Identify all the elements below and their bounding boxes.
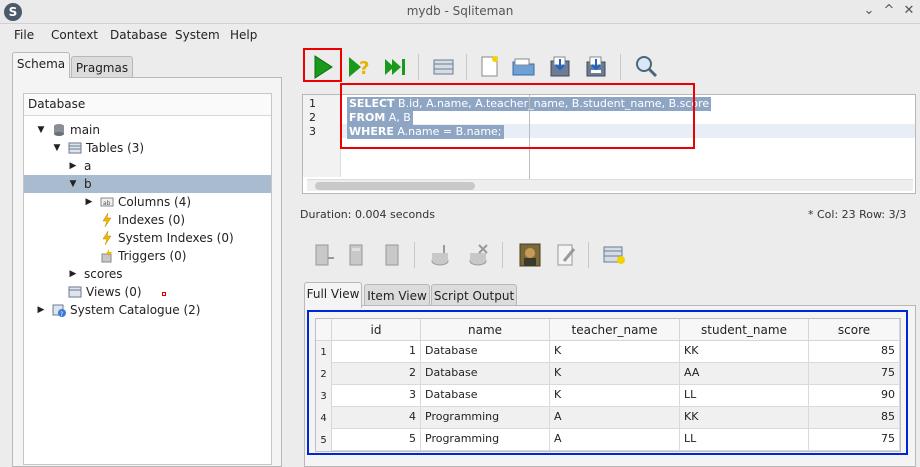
line-number: 1: [309, 97, 316, 110]
close-button[interactable]: ✕: [902, 3, 916, 18]
blob-preview-icon[interactable]: [516, 241, 544, 269]
menu-context[interactable]: Context: [51, 28, 98, 42]
tab-script-output[interactable]: Script Output: [431, 284, 517, 306]
cursor-position-status: * Col: 23 Row: 3/3: [808, 208, 907, 221]
tree-node[interactable]: ▶ a: [24, 157, 271, 175]
editor-horizontal-scrollbar[interactable]: [307, 179, 913, 191]
query-highlight-box: [340, 83, 695, 149]
search-icon[interactable]: [632, 53, 660, 81]
data-toolbar: [296, 238, 920, 272]
tree-node-label: main: [70, 123, 100, 137]
tree-node[interactable]: ▼ Tables (3): [24, 139, 271, 157]
tree-node[interactable]: ▶ ab Columns (4): [24, 193, 271, 211]
tree-node-label: Views (0): [86, 285, 142, 299]
tree-node-label: b: [84, 177, 92, 191]
tree-node-label: System Catalogue (2): [70, 303, 201, 317]
collapse-arrow-icon[interactable]: ▼: [36, 121, 46, 139]
tree-header: Database: [24, 94, 271, 116]
tree-node[interactable]: Views (0): [24, 283, 271, 301]
svg-text:?: ?: [60, 311, 63, 317]
schema-tab-content: Database ▼ main ▼ Tables (3) ▶ a ▼ b ▶ ab Columns …: [12, 77, 282, 467]
schema-panel: Schema Pragmas Database ▼ main ▼ Tables (3)…: [10, 52, 282, 467]
run-button-highlight-box: [303, 48, 342, 82]
insert-row-icon[interactable]: [310, 241, 338, 269]
lightning-icon: [100, 230, 114, 246]
menu-help[interactable]: Help: [230, 28, 257, 42]
scrollbar-thumb[interactable]: [315, 182, 475, 190]
toolbar-separator: [620, 54, 621, 80]
save-as-icon[interactable]: [582, 53, 610, 81]
delete-row-icon[interactable]: [378, 241, 406, 269]
tree-node[interactable]: Indexes (0): [24, 211, 271, 229]
collapse-arrow-icon[interactable]: ▼: [52, 139, 62, 157]
columns-icon: ab: [100, 195, 114, 209]
tab-schema[interactable]: Schema: [12, 52, 70, 78]
sql-toolbar: ?: [296, 48, 920, 86]
table-icon: [68, 141, 82, 155]
trigger-icon: [100, 249, 114, 263]
toolbar-separator: [588, 242, 589, 268]
window-title: mydb - Sqliteman: [406, 4, 514, 18]
tree-node-label: Tables (3): [86, 141, 145, 155]
expand-arrow-icon[interactable]: ▶: [68, 265, 78, 283]
duplicate-row-icon[interactable]: [344, 241, 372, 269]
menu-database[interactable]: Database: [110, 28, 167, 42]
schema-tree[interactable]: Database ▼ main ▼ Tables (3) ▶ a ▼ b ▶ ab Columns …: [23, 93, 272, 465]
menu-file[interactable]: File: [14, 28, 34, 42]
duration-status: Duration: 0.004 seconds: [300, 208, 435, 221]
rollback-icon[interactable]: [464, 241, 492, 269]
new-file-icon[interactable]: [476, 53, 504, 81]
menu-system[interactable]: System: [175, 28, 220, 42]
tree-node[interactable]: ▶? System Catalogue (2): [24, 301, 271, 319]
result-highlight-box: [307, 310, 908, 455]
views-icon: [68, 285, 82, 299]
edit-script-icon[interactable]: [552, 241, 580, 269]
svg-text:?: ?: [359, 58, 369, 79]
database-icon: [52, 123, 66, 137]
tab-pragmas[interactable]: Pragmas: [71, 56, 133, 78]
new-table-icon[interactable]: [600, 241, 628, 269]
save-file-icon[interactable]: [546, 53, 574, 81]
tab-item-view[interactable]: Item View: [364, 284, 430, 306]
line-number: 2: [309, 111, 316, 124]
tree-node-label: Columns (4): [118, 195, 192, 209]
toolbar-separator: [414, 242, 415, 268]
minimize-button[interactable]: ⌄: [862, 3, 876, 18]
collapse-arrow-icon[interactable]: ▼: [68, 175, 78, 193]
tree-node[interactable]: ▼ b: [24, 175, 271, 193]
catalogue-icon: ?: [52, 303, 66, 318]
tree-node-label: Indexes (0): [118, 213, 186, 227]
tree-node[interactable]: System Indexes (0): [24, 229, 271, 247]
stray-marker: [162, 292, 166, 296]
menu-bar: File Context Database System Help: [0, 24, 920, 46]
maximize-button[interactable]: ^: [882, 3, 896, 18]
tree-node-label: scores: [84, 267, 123, 281]
lightning-icon: [100, 212, 114, 228]
expand-arrow-icon[interactable]: ▶: [36, 301, 46, 319]
explain-query-icon[interactable]: ?: [346, 53, 374, 81]
line-number-gutter: 1 2 3: [303, 95, 341, 177]
tab-full-view[interactable]: Full View: [304, 282, 362, 308]
toolbar-separator: [502, 242, 503, 268]
toolbar-separator: [466, 54, 467, 80]
tree-node[interactable]: ▼ main: [24, 121, 271, 139]
tree-node[interactable]: ▶ scores: [24, 265, 271, 283]
commit-icon[interactable]: [426, 241, 454, 269]
line-number: 3: [309, 125, 316, 138]
toolbar-separator: [418, 54, 419, 80]
title-bar: S mydb - Sqliteman ⌄ ^ ✕: [0, 0, 920, 24]
tree-node-label: System Indexes (0): [118, 231, 234, 245]
tree-node[interactable]: Triggers (0): [24, 247, 271, 265]
expand-arrow-icon[interactable]: ▶: [68, 157, 78, 175]
svg-text:ab: ab: [103, 200, 111, 207]
run-script-icon[interactable]: [382, 53, 410, 81]
open-file-icon[interactable]: [510, 53, 538, 81]
expand-arrow-icon[interactable]: ▶: [84, 193, 94, 211]
tree-node-label: Triggers (0): [118, 249, 187, 263]
tree-node-label: a: [84, 159, 92, 173]
export-icon[interactable]: [430, 53, 458, 81]
